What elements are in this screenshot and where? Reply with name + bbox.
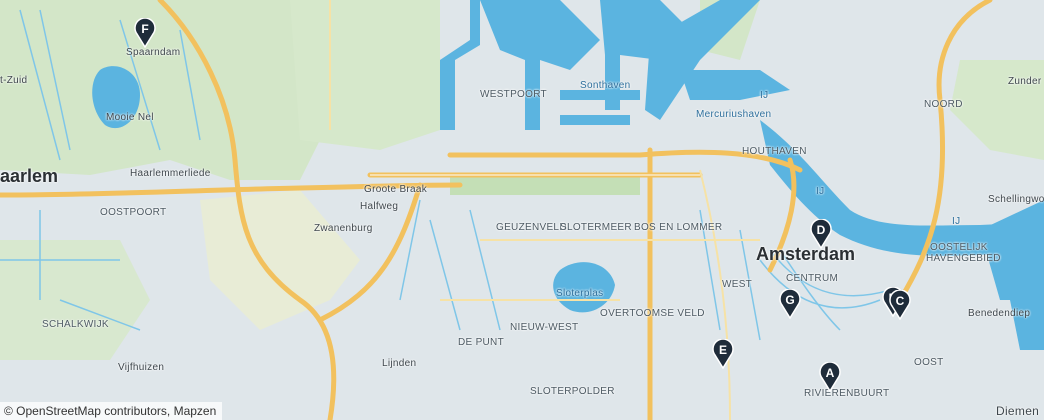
label-havengebied: HAVENGEBIED <box>926 253 1001 264</box>
map-marker-a[interactable]: A <box>818 362 842 392</box>
label-overtoomse-veld: OVERTOOMSE VELD <box>600 308 705 319</box>
label-haarlem: aarlem <box>0 166 59 186</box>
label-mercuriushaven: Mercuriushaven <box>696 109 772 120</box>
marker-label: F <box>141 22 149 36</box>
label-vijfhuizen: Vijfhuizen <box>118 362 165 373</box>
label-centrum: CENTRUM <box>786 273 839 284</box>
map-marker-f[interactable]: F <box>133 18 157 48</box>
map-marker-d[interactable]: D <box>809 219 833 249</box>
label-rivierenbuurt: RIVIERENBUURT <box>804 388 890 399</box>
label-zwanenburg: Zwanenburg <box>314 223 373 234</box>
label-mooie-nel: Mooie Nel <box>106 112 154 123</box>
label-halfweg: Halfweg <box>360 201 399 212</box>
label-sloterpolder: SLOTERPOLDER <box>530 386 615 397</box>
map-marker-g[interactable]: G <box>778 289 802 319</box>
label-benedendiep: Benedendiep <box>968 308 1031 319</box>
label-spaarndam: Spaarndam <box>126 47 181 58</box>
label-west: WEST <box>722 279 753 290</box>
label-westpoort: WESTPOORT <box>480 89 547 100</box>
label-t-zuid: t-Zuid <box>0 75 28 86</box>
label-groote-braak: Groote Braak <box>364 184 428 195</box>
label-noord: NOORD <box>924 99 963 110</box>
label-schalkwijk: SCHALKWIJK <box>42 319 109 330</box>
label-de-punt: DE PUNT <box>458 337 504 348</box>
label-diemen: Diemen <box>996 404 1040 418</box>
label-geuzenveld: GEUZENVELD <box>496 222 567 233</box>
label-ij-2: IJ <box>816 186 825 197</box>
label-slotermeer: SLOTERMEER <box>560 222 632 233</box>
label-ij-3: IJ <box>952 216 961 227</box>
map-marker-c[interactable]: C <box>888 290 912 320</box>
marker-label: D <box>816 223 826 237</box>
label-nieuw-west: NIEUW-WEST <box>510 322 579 333</box>
label-schellingwoude: Schellingwo <box>988 194 1044 205</box>
marker-label: A <box>825 366 835 380</box>
label-amsterdam: Amsterdam <box>756 244 856 264</box>
label-oost: OOST <box>914 357 944 368</box>
label-sloterplas: Sloterplas <box>556 288 604 299</box>
label-oostpoort: OOSTPOORT <box>100 207 167 218</box>
label-houthaven: HOUTHAVEN <box>742 146 807 157</box>
label-oostelijk: OOSTELIJK <box>930 242 988 253</box>
map-marker-e[interactable]: E <box>711 339 735 369</box>
label-ij-1: IJ <box>760 90 769 101</box>
marker-label: C <box>895 294 905 308</box>
label-lijnden: Lijnden <box>382 358 417 369</box>
map-attribution[interactable]: © OpenStreetMap contributors, Mapzen <box>0 402 223 420</box>
label-zunderdorp: Zunder <box>1008 76 1042 87</box>
label-sonthaven: Sonthaven <box>580 80 631 91</box>
label-bos-en-lommer: BOS EN LOMMER <box>634 222 723 233</box>
marker-label: E <box>718 343 727 357</box>
marker-label: G <box>785 293 795 307</box>
label-haarlemmerliede: Haarlemmerliede <box>130 168 211 179</box>
